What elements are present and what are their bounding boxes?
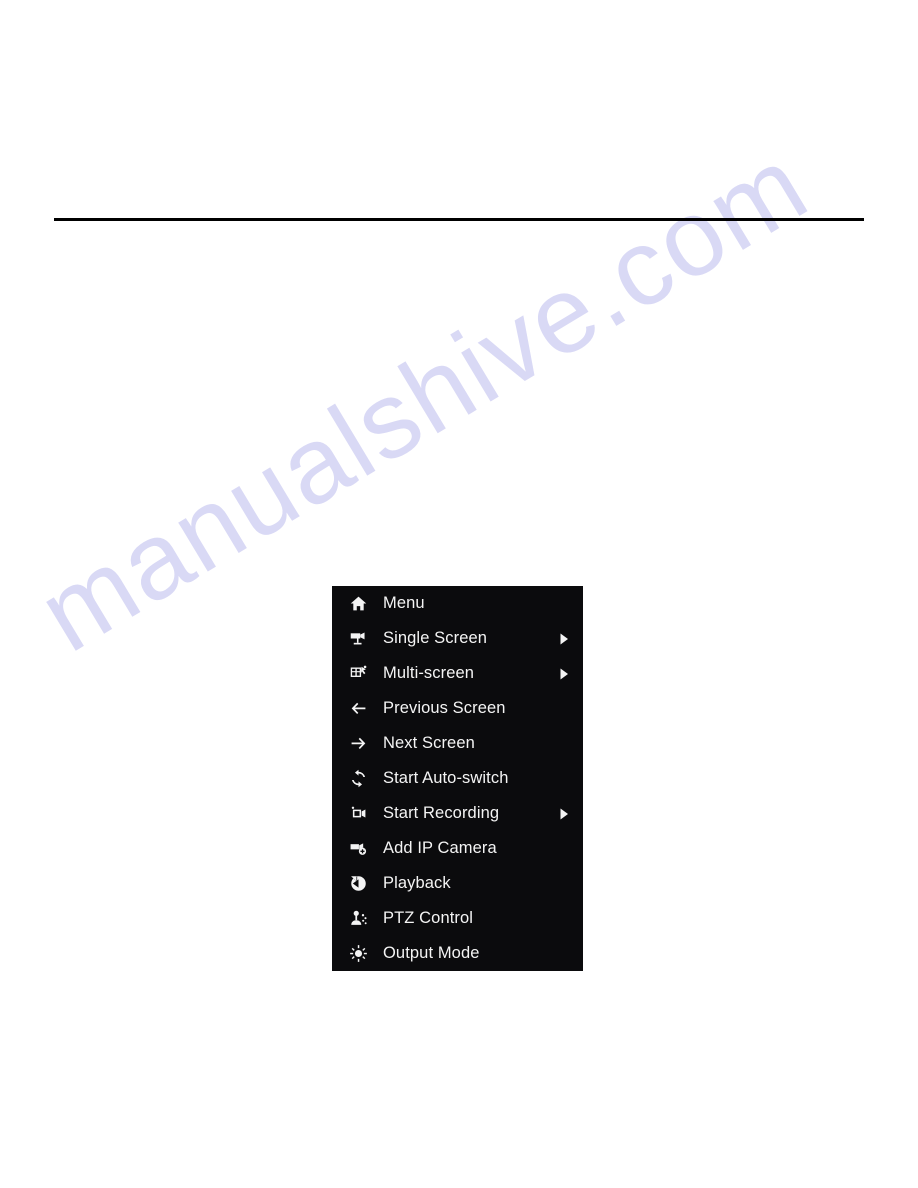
home-icon	[346, 593, 370, 615]
menu-item-label: PTZ Control	[383, 909, 474, 928]
header-divider	[54, 218, 864, 221]
menu-item-label: Multi-screen	[383, 664, 475, 683]
multi-screen-icon	[346, 663, 370, 685]
menu-item-start-recording[interactable]: Start Recording	[332, 796, 583, 831]
menu-item-label: Previous Screen	[383, 699, 506, 718]
video-camera-icon	[346, 803, 370, 825]
auto-switch-icon	[346, 768, 370, 790]
menu-item-label: Add IP Camera	[383, 839, 497, 858]
menu-item-single-screen[interactable]: Single Screen	[332, 621, 583, 656]
menu-item-label: Start Recording	[383, 804, 500, 823]
ptz-joystick-icon	[346, 908, 370, 930]
menu-item-ptz-control[interactable]: PTZ Control	[332, 901, 583, 936]
brightness-icon	[346, 943, 370, 965]
single-camera-icon	[346, 628, 370, 650]
submenu-arrow-icon[interactable]	[555, 667, 573, 681]
menu-item-playback[interactable]: Playback	[332, 866, 583, 901]
context-menu[interactable]: Menu Single Screen Multi-screen Previous Sc…	[332, 586, 583, 971]
menu-item-next-screen[interactable]: Next Screen	[332, 726, 583, 761]
menu-item-menu[interactable]: Menu	[332, 586, 583, 621]
submenu-arrow-icon[interactable]	[555, 807, 573, 821]
menu-item-label: Start Auto-switch	[383, 769, 509, 788]
menu-item-start-auto-switch[interactable]: Start Auto-switch	[332, 761, 583, 796]
menu-item-label: Output Mode	[383, 944, 480, 963]
document-page: manualshive.com Menu Single Screen Multi-s…	[0, 0, 918, 1188]
add-camera-icon	[346, 838, 370, 860]
arrow-left-icon	[346, 698, 370, 720]
menu-item-label: Playback	[383, 874, 451, 893]
menu-item-add-ip-camera[interactable]: Add IP Camera	[332, 831, 583, 866]
menu-item-output-mode[interactable]: Output Mode	[332, 936, 583, 971]
menu-item-label: Menu	[383, 594, 425, 613]
submenu-arrow-icon[interactable]	[555, 632, 573, 646]
menu-item-previous-screen[interactable]: Previous Screen	[332, 691, 583, 726]
menu-item-label: Single Screen	[383, 629, 488, 648]
arrow-right-icon	[346, 733, 370, 755]
playback-icon	[346, 873, 370, 895]
menu-item-label: Next Screen	[383, 734, 475, 753]
menu-item-multi-screen[interactable]: Multi-screen	[332, 656, 583, 691]
